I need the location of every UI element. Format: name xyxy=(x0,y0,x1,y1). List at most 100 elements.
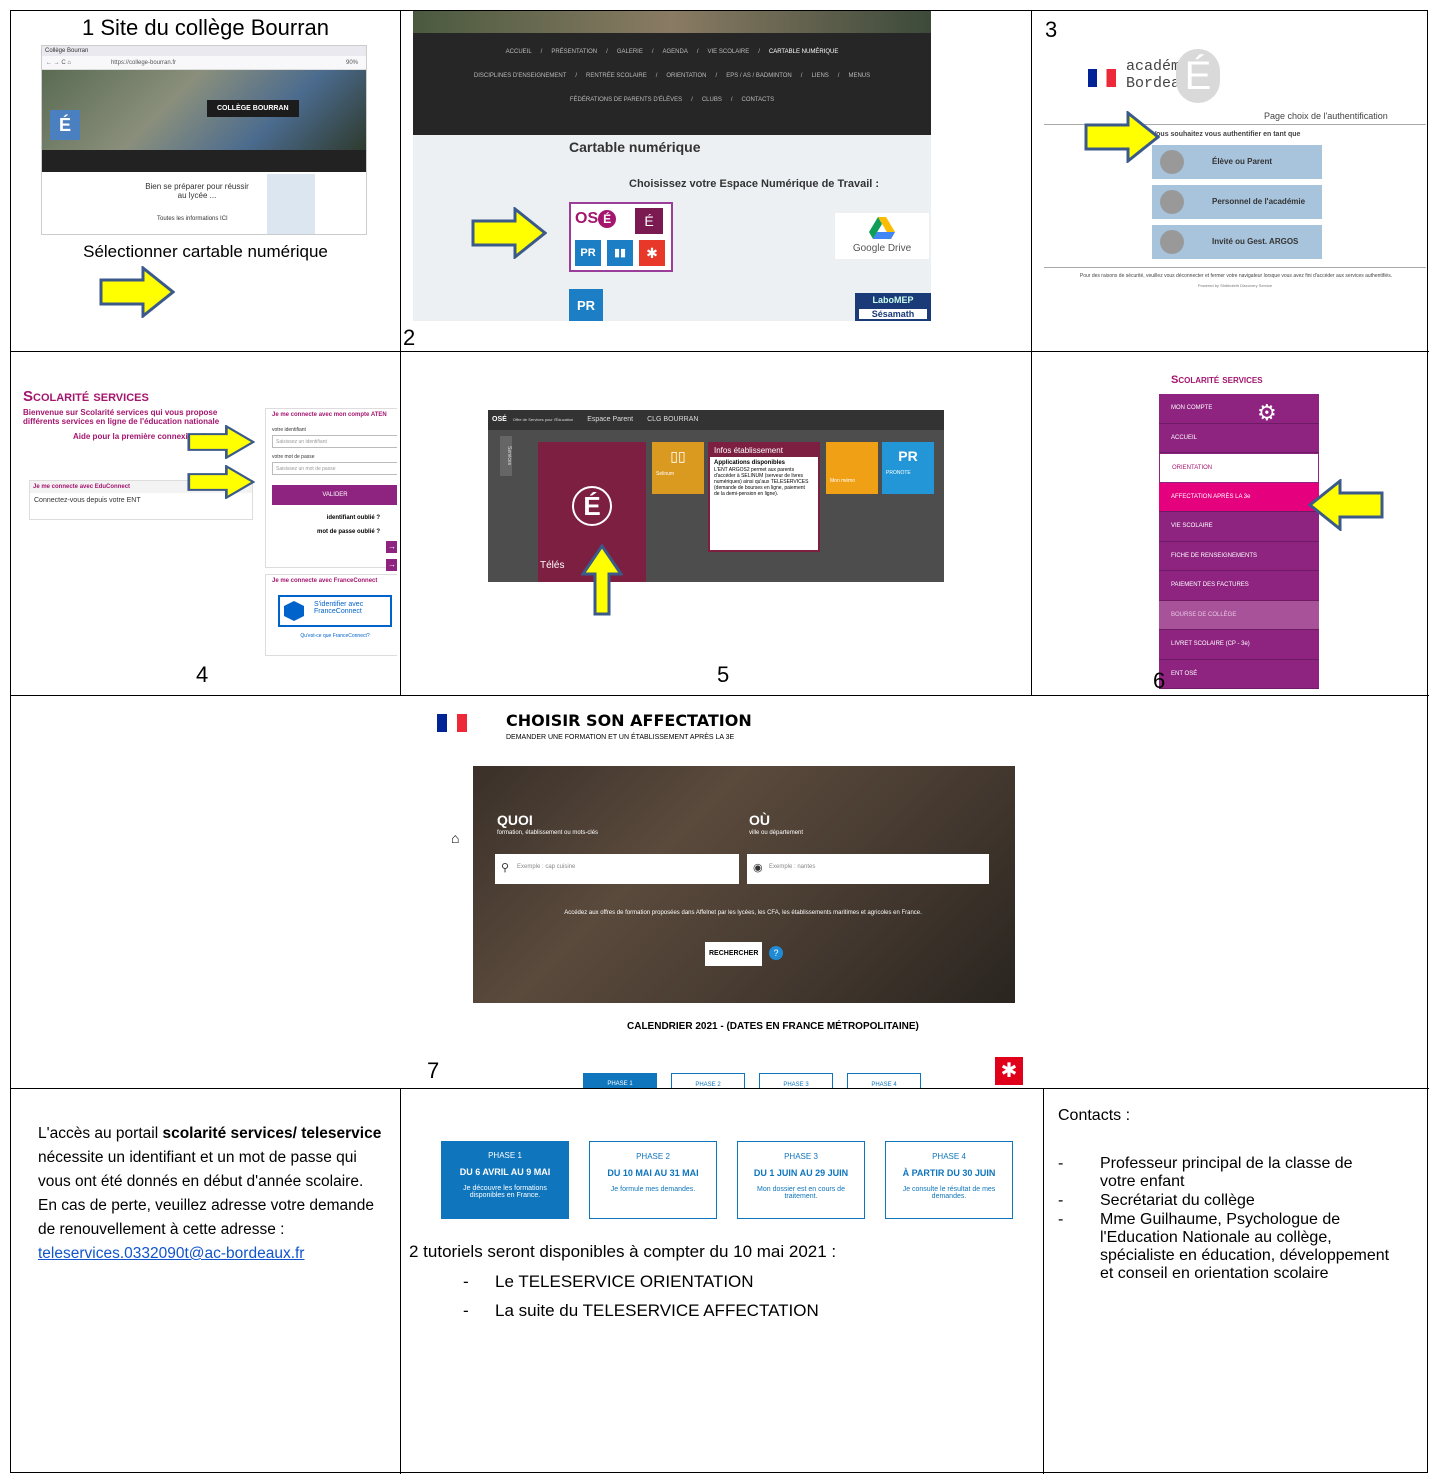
asterisk-icon[interactable]: ✱ xyxy=(995,1057,1023,1085)
pronote-tile[interactable]: PR PRONOTE xyxy=(882,442,934,494)
nav-item[interactable]: EPS / AS / BADMINTON xyxy=(726,73,792,79)
menu-item[interactable]: VIE SCOLAIRE xyxy=(1159,512,1319,542)
ou-search-input[interactable]: ◉ Exemple : nantes xyxy=(747,854,989,884)
auth-option-button[interactable]: Personnel de l'académie xyxy=(1152,185,1322,219)
contact-item: - Secrétariat du collège xyxy=(1058,1192,1424,1210)
help-icon[interactable]: ? xyxy=(769,946,783,960)
pronote-tile[interactable]: PR xyxy=(569,289,603,321)
services-sidebar-tab[interactable]: Services xyxy=(500,436,512,476)
menu-item[interactable]: ACCUEIL xyxy=(1159,423,1319,453)
menu-item[interactable]: ENT OSÉ xyxy=(1159,659,1319,689)
nav-item[interactable]: VIE SCOLAIRE xyxy=(708,49,750,55)
menu-item[interactable]: AFFECTATION APRÈS LA 3e xyxy=(1159,482,1319,512)
contact-text: Secrétariat du collège xyxy=(1100,1192,1255,1209)
infos-panel: Infos établissement Applications disponi… xyxy=(708,442,820,552)
aten-title: Je me connecte avec mon compte ATEN xyxy=(272,412,387,418)
user-icon xyxy=(1160,190,1184,214)
site-info-link[interactable]: Toutes les informations ICI xyxy=(157,216,228,222)
menu-item[interactable]: FICHE DE RENSEIGNEMENTS xyxy=(1159,541,1319,571)
step-6-cell: Scolarité services MON COMPTE ACCUEIL ORIE… xyxy=(1032,352,1429,695)
phase-tab[interactable]: PHASE 4 xyxy=(847,1073,921,1088)
ose-logo: OSÉ xyxy=(492,416,507,423)
nav-item[interactable]: AGENDA xyxy=(663,49,688,55)
nav-item[interactable]: CONTACTS xyxy=(742,97,775,103)
teleservices-email-link[interactable]: teleservices.0332090t@ac-bordeaux.fr xyxy=(38,1245,304,1262)
search-button[interactable]: RECHERCHER xyxy=(705,942,763,966)
nav-item[interactable]: GALERIE xyxy=(617,49,643,55)
espace-parent[interactable]: Espace Parent xyxy=(587,416,633,423)
menu-item[interactable]: BOURSE DE COLLÈGE xyxy=(1159,600,1319,630)
menu-item[interactable]: LIVRET SCOLAIRE (CP - 3e) xyxy=(1159,630,1319,660)
contacts-cell: Contacts : - Professeur principal de la c… xyxy=(1044,1089,1429,1474)
franceconnect-button[interactable]: S'identifier avec FranceConnect xyxy=(278,595,392,627)
nav-item[interactable]: RENTRÉE SCOLAIRE xyxy=(586,73,647,79)
nav-item[interactable]: MENUS xyxy=(848,73,870,79)
pronote-label: PRONOTE xyxy=(886,470,911,476)
nav-separator: / xyxy=(730,97,733,103)
nav-item[interactable]: CARTABLE NUMÉRIQUE xyxy=(769,49,838,55)
school-name: CLG BOURRAN xyxy=(647,416,699,423)
url-bar[interactable]: https://college-bourran.fr xyxy=(111,60,346,66)
nav-separator: / xyxy=(651,49,654,55)
contact-text: Professeur principal de la classe de vot… xyxy=(1100,1155,1353,1190)
contacts-list: - Professeur principal de la classe de vo… xyxy=(1058,1155,1424,1284)
nav-item[interactable]: LIENS xyxy=(811,73,828,79)
phase-dates: À PARTIR DU 30 JUIN xyxy=(902,1168,996,1178)
gear-icon: ⚙ xyxy=(1257,400,1277,425)
menu-item[interactable]: ORIENTATION xyxy=(1159,453,1319,483)
pw-input[interactable]: Saisissez un mot de passe xyxy=(272,462,397,475)
site-banner: É COLLÈGE BOURRAN xyxy=(42,70,366,150)
auth-option-button[interactable]: Élève ou Parent xyxy=(1152,145,1322,179)
ou-label: OÙ xyxy=(749,812,770,828)
home-icon[interactable]: ⌂ xyxy=(451,830,459,846)
google-drive-tile[interactable]: Google Drive xyxy=(835,213,929,259)
arrow-right-icon xyxy=(471,207,547,259)
bullet-dash: - xyxy=(463,1301,469,1320)
forgot-id-link[interactable]: identifiant oublié ? xyxy=(266,505,397,521)
auth-powered: Powered by Shibboleth Discovery Service xyxy=(1197,283,1273,288)
quoi-search-input[interactable]: ⚲ Exemple : cap cuisine xyxy=(495,854,739,884)
browser-tab: Collège Bourran xyxy=(42,46,366,56)
nav-item[interactable]: PRÉSENTATION xyxy=(551,49,597,55)
phase-tab[interactable]: PHASE 2 xyxy=(671,1073,745,1088)
forgot-pw-link[interactable]: mot de passe oublié ? xyxy=(266,521,397,535)
ose-topbar: OSÉ Offre de Services pour l'Éducation E… xyxy=(488,410,944,430)
location-pin-icon: ◉ xyxy=(753,862,763,874)
id-input[interactable]: Saisissez un identifiant xyxy=(272,435,397,448)
nav-separator: / xyxy=(758,49,760,55)
search-icon: ⚲ xyxy=(501,862,510,874)
step-7-number: 7 xyxy=(427,1058,440,1083)
nav-item[interactable]: FÉDÉRATIONS DE PARENTS D'ÉLÈVES xyxy=(570,97,682,103)
nav-item[interactable]: DISCIPLINES D'ENSEIGNEMENT xyxy=(474,73,567,79)
menu-item[interactable]: MON COMPTE xyxy=(1159,394,1319,424)
phase-desc: Mon dossier est en cours de traitement. xyxy=(757,1186,845,1200)
nav-item[interactable]: ORIENTATION xyxy=(666,73,706,79)
ose-portal-screenshot: OSÉ Offre de Services pour l'Éducation E… xyxy=(488,410,944,582)
phase-tab[interactable]: PHASE 1 xyxy=(583,1073,657,1088)
step-3-number: 3 xyxy=(1045,17,1058,42)
arrow-right-icon[interactable]: → xyxy=(386,541,397,553)
nav-item[interactable]: ACCUEIL xyxy=(506,49,532,55)
access-bold: scolarité services/ teleservice xyxy=(162,1125,382,1142)
academie-screenshot: académie Bordeaux É Page choix de l'auth… xyxy=(1044,45,1426,295)
menu-item[interactable]: PAIEMENT DES FACTURES xyxy=(1159,571,1319,601)
scolarite-menu: MON COMPTE ACCUEIL ORIENTATION AFFECTATION … xyxy=(1159,394,1319,689)
labomep-tile[interactable]: LaboMEP Sésamath xyxy=(855,293,931,321)
access-text-2: nécessite un identifiant et un mot de pa… xyxy=(38,1149,364,1190)
ose-ent-tile[interactable]: OS É É PR ▮▮ ✱ xyxy=(569,202,673,272)
nav-arrows-icon[interactable]: ← → C ⌂ xyxy=(46,60,71,66)
phase-desc: Je découvre les formations disponibles e… xyxy=(463,1185,547,1199)
fc-link[interactable]: Qu'est-ce que FranceConnect? xyxy=(266,627,397,639)
college-site-screenshot: Collège Bourran ← → C ⌂ https://college-… xyxy=(41,45,367,235)
selinum-tile[interactable]: ▯▯ Selinum xyxy=(652,442,704,494)
arrow-right-icon[interactable]: → xyxy=(386,559,397,571)
step-7-cell: CHOISIR SON AFFECTATION DEMANDER UNE FOR… xyxy=(11,696,1429,1088)
step-6-number: 6 xyxy=(1153,668,1166,693)
phase-tab[interactable]: PHASE 3 xyxy=(759,1073,833,1088)
validate-button[interactable]: VALIDER xyxy=(272,485,397,505)
auth-option-button[interactable]: Invité ou Gest. ARGOS xyxy=(1152,225,1322,259)
site-nav xyxy=(42,150,366,172)
memo-tile[interactable]: Mon mémo xyxy=(826,442,878,494)
phase-label: PHASE 1 xyxy=(488,1151,522,1160)
nav-item[interactable]: CLUBS xyxy=(702,97,722,103)
